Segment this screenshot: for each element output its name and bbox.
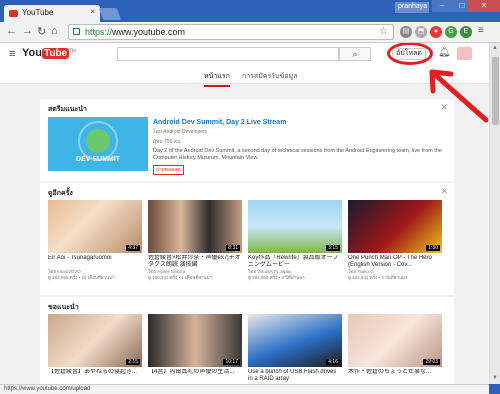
annotation-arrow-icon: [429, 69, 489, 123]
browser-window: YouTube × pranhaya – □ ✕ ← → ↻ ⌂ https:/…: [0, 0, 500, 394]
